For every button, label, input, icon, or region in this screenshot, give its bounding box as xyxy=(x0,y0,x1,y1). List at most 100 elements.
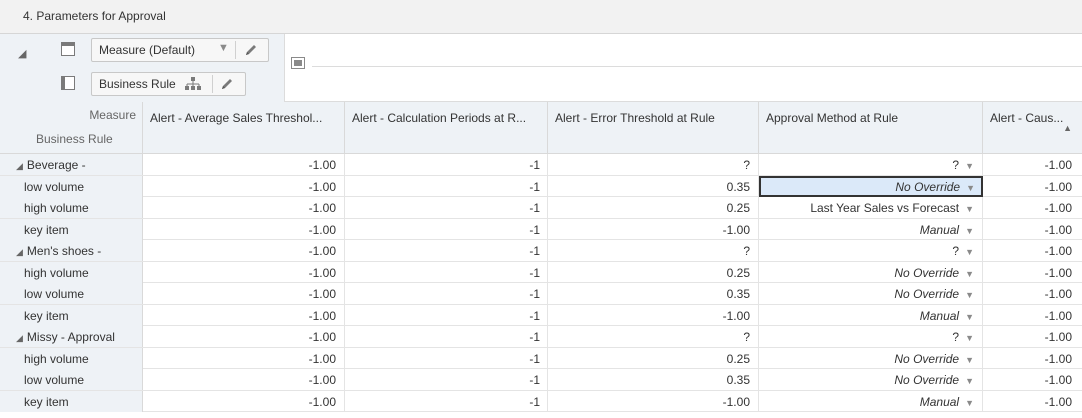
collapse-triangle-icon[interactable]: ◢ xyxy=(18,47,26,60)
dropdown-arrow-icon[interactable]: ▼ xyxy=(965,398,974,408)
grid-cell[interactable]: 0.25 xyxy=(548,197,759,218)
dropdown-arrow-icon[interactable]: ▼ xyxy=(965,312,974,322)
grid-cell[interactable]: ? ▼ xyxy=(759,326,983,347)
dropdown-arrow-icon[interactable]: ▼ xyxy=(965,226,974,236)
dropdown-arrow-icon[interactable]: ▼ xyxy=(965,204,974,214)
grid-cell[interactable]: -1 xyxy=(345,218,548,240)
grid-cell[interactable]: -1.00 xyxy=(548,218,759,240)
measure-chip[interactable]: Measure (Default) ▼ xyxy=(91,38,269,62)
row-header[interactable]: low volume xyxy=(0,369,143,390)
grid-cell[interactable]: -1.00 xyxy=(983,305,1082,326)
grid-cell[interactable]: -1.00 xyxy=(983,391,1082,412)
row-header[interactable]: low volume xyxy=(0,283,143,304)
grid-cell[interactable]: -1.00 xyxy=(143,304,345,326)
dropdown-arrow-icon[interactable]: ▼ xyxy=(965,376,974,386)
grid-cell[interactable]: -1.00 xyxy=(143,283,345,304)
grid-cell[interactable]: -1.00 xyxy=(983,348,1082,369)
grid-cell[interactable]: -1.00 xyxy=(983,240,1082,261)
grid-cell[interactable]: Manual ▼ xyxy=(759,304,983,326)
pivot-toggle-icon[interactable] xyxy=(291,57,305,69)
grid-cell[interactable]: -1.00 xyxy=(983,262,1082,283)
grid-cell[interactable]: 0.35 xyxy=(548,283,759,304)
grid-cell[interactable]: -1 xyxy=(345,326,548,347)
business-rule-chip[interactable]: Business Rule xyxy=(91,72,246,96)
grid-cell[interactable]: Manual ▼ xyxy=(759,390,983,412)
pencil-icon[interactable] xyxy=(243,42,259,58)
row-header[interactable]: high volume xyxy=(0,347,143,369)
dropdown-arrow-icon[interactable]: ▼ xyxy=(965,161,974,171)
grid-cell[interactable]: -1.00 xyxy=(983,219,1082,240)
dropdown-arrow-icon[interactable]: ▼ xyxy=(965,290,974,300)
grid-cell[interactable]: ? ▼ xyxy=(759,240,983,261)
grid-cell[interactable]: Manual ▼ xyxy=(759,218,983,240)
collapse-triangle-icon[interactable]: ◢ xyxy=(16,247,23,257)
grid-cell[interactable]: -1.00 xyxy=(983,176,1082,197)
grid-cell[interactable]: -1 xyxy=(345,304,548,326)
pencil-icon[interactable] xyxy=(219,76,235,92)
dropdown-arrow-icon[interactable]: ▼ xyxy=(965,269,974,279)
grid-cell[interactable]: -1.00 xyxy=(143,347,345,369)
grid-cell[interactable]: -1.00 xyxy=(143,390,345,412)
grid-cell[interactable]: Last Year Sales vs Forecast ▼ xyxy=(759,197,983,218)
dropdown-arrow-icon[interactable]: ▼ xyxy=(965,247,974,257)
row-header[interactable]: key item xyxy=(0,304,143,326)
column-header-calculation-periods[interactable]: Alert - Calculation Periods at R... xyxy=(345,102,548,154)
grid-cell[interactable]: -1.00 xyxy=(143,326,345,347)
grid-cell[interactable]: No Override ▼ xyxy=(759,347,983,369)
row-header[interactable]: key item xyxy=(0,218,143,240)
dropdown-arrow-icon[interactable]: ▼ xyxy=(965,333,974,343)
grid-cell[interactable]: -1.00 xyxy=(983,369,1082,390)
grid-cell[interactable]: -1.00 xyxy=(548,304,759,326)
row-header[interactable]: ◢ Men's shoes - xyxy=(0,240,143,261)
row-header[interactable]: low volume xyxy=(0,175,143,197)
grid-cell[interactable]: -1 xyxy=(345,154,548,175)
grid-cell[interactable]: -1 xyxy=(345,347,548,369)
grid-cell[interactable]: -1 xyxy=(345,175,548,197)
grid-cell[interactable]: -1.00 xyxy=(143,218,345,240)
grid-cell[interactable]: -1.00 xyxy=(143,197,345,218)
dropdown-arrow-icon[interactable]: ▼ xyxy=(965,355,974,365)
grid-cell[interactable]: ? xyxy=(548,326,759,347)
grid-cell[interactable]: -1 xyxy=(345,197,548,218)
grid-cell[interactable]: No Override ▼ xyxy=(759,369,983,390)
grid-cell[interactable]: -1 xyxy=(345,369,548,390)
grid-cell[interactable]: -1.00 xyxy=(983,154,1082,175)
collapse-triangle-icon[interactable]: ◢ xyxy=(16,333,23,343)
grid-cell[interactable]: 0.35 xyxy=(548,369,759,390)
grid-cell[interactable]: 0.35 xyxy=(548,175,759,197)
grid-cell[interactable]: No Override ▼ xyxy=(759,283,983,304)
grid-cell[interactable]: -1.00 xyxy=(143,369,345,390)
grid-cell[interactable]: -1.00 xyxy=(983,283,1082,304)
grid-cell[interactable]: 0.25 xyxy=(548,347,759,369)
grid-cell[interactable]: -1.00 xyxy=(143,154,345,175)
collapse-triangle-icon[interactable]: ◢ xyxy=(16,161,23,171)
grid-cell[interactable]: -1 xyxy=(345,240,548,261)
grid-cell[interactable]: -1 xyxy=(345,283,548,304)
column-header-alert-cause[interactable]: Alert - Caus... ▲ xyxy=(983,102,1082,154)
column-header-approval-method[interactable]: Approval Method at Rule xyxy=(759,102,983,154)
grid-cell[interactable]: No Override ▼ xyxy=(759,261,983,283)
dropdown-arrow-icon[interactable]: ▼ xyxy=(966,183,975,193)
row-header[interactable]: high volume xyxy=(0,197,143,218)
grid-cell[interactable]: -1 xyxy=(345,390,548,412)
grid-cell[interactable]: 0.25 xyxy=(548,261,759,283)
grid-cell[interactable]: -1.00 xyxy=(143,240,345,261)
sort-ascending-icon[interactable]: ▲ xyxy=(1063,123,1072,133)
row-header[interactable]: ◢ Beverage - xyxy=(0,154,143,175)
grid-cell[interactable]: ? xyxy=(548,240,759,261)
grid-cell[interactable]: -1.00 xyxy=(143,261,345,283)
column-header-avg-sales-threshold[interactable]: Alert - Average Sales Threshol... xyxy=(143,102,345,154)
grid-cell[interactable]: -1 xyxy=(345,261,548,283)
grid-cell[interactable]: -1.00 xyxy=(983,197,1082,218)
grid-cell[interactable]: -1.00 xyxy=(983,326,1082,347)
row-header[interactable]: ◢ Missy - Approval xyxy=(0,326,143,347)
grid-cell[interactable]: ? ▼ xyxy=(759,154,983,175)
grid-cell[interactable]: No Override ▼ xyxy=(759,175,983,197)
grid-cell[interactable]: -1.00 xyxy=(143,175,345,197)
hierarchy-icon[interactable] xyxy=(184,77,202,91)
row-header[interactable]: high volume xyxy=(0,261,143,283)
dropdown-arrow-icon[interactable]: ▼ xyxy=(218,42,229,54)
grid-cell[interactable]: -1.00 xyxy=(548,390,759,412)
grid-cell[interactable]: ? xyxy=(548,154,759,175)
row-header[interactable]: key item xyxy=(0,390,143,412)
